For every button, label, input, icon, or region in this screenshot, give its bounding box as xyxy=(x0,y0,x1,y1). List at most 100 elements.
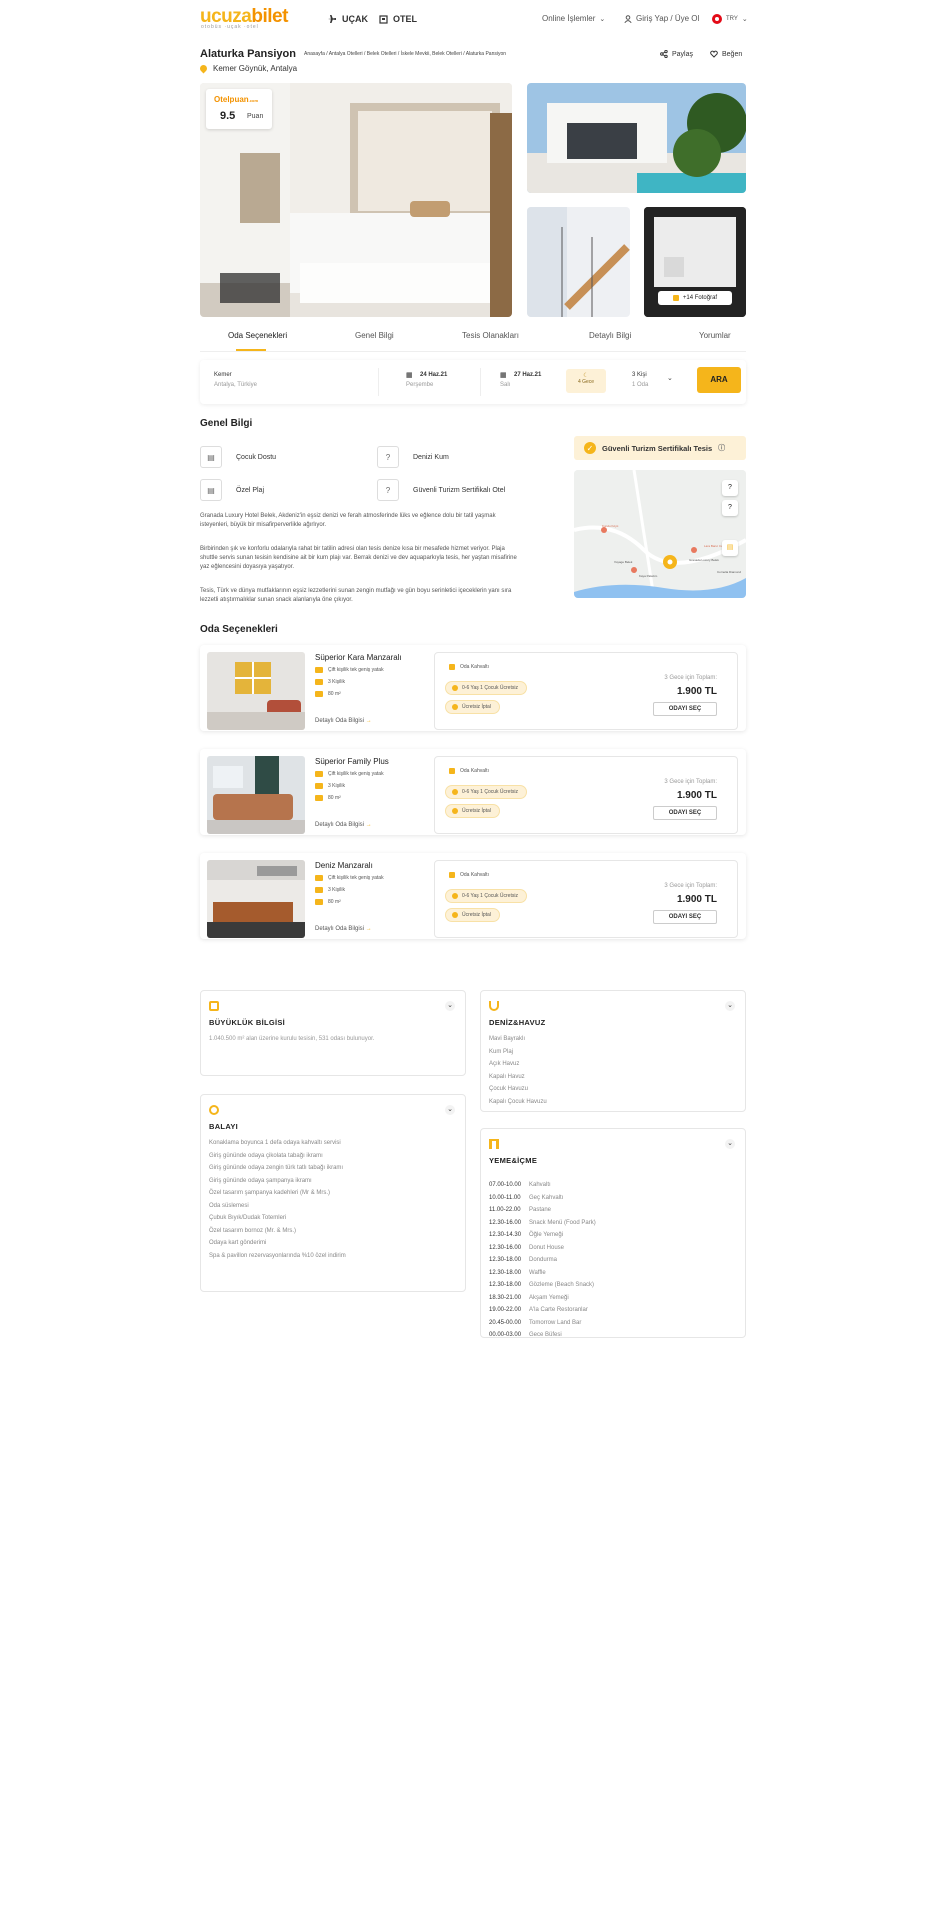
hotel-map[interactable]: Kundu Köyü Voyage Belek Lara Barut Colle… xyxy=(574,470,746,598)
photo-icon xyxy=(672,295,679,301)
schedule-time: 20.45-00.00 xyxy=(489,1319,522,1326)
select-room-button[interactable]: ODAYI SEÇ xyxy=(653,702,717,716)
like-button[interactable]: Beğen xyxy=(710,50,742,58)
tab-reviews[interactable]: Yorumlar xyxy=(699,331,731,340)
destination-sub: Antalya, Türkiye xyxy=(214,382,257,388)
select-room-button[interactable]: ODAYI SEÇ xyxy=(653,806,717,820)
select-room-button[interactable]: ODAYI SEÇ xyxy=(653,910,717,924)
photo-villa-exterior[interactable] xyxy=(527,83,746,193)
schedule-row: 12.30-18.00 Dondurma xyxy=(489,1254,596,1267)
room-detail-link[interactable]: Detaylı Oda Bilgisi → xyxy=(315,926,372,932)
map-label: Kaya Palazzo xyxy=(639,574,658,578)
waves-icon xyxy=(489,1001,499,1011)
list-item: Giriş gününde odaya şampanya ikramı xyxy=(209,1177,312,1184)
info-icon[interactable]: ⓘ xyxy=(718,443,725,453)
total-label: 3 Gece için Toplam: xyxy=(664,779,717,785)
room-detail-link[interactable]: Detaylı Oda Bilgisi → xyxy=(315,822,372,828)
chevron-down-icon[interactable]: ⌄ xyxy=(445,1105,455,1115)
photo-dark-room[interactable]: +14 Fotoğraf xyxy=(644,207,746,317)
room-image xyxy=(207,652,305,730)
destination-value[interactable]: Kemer xyxy=(214,372,232,378)
main-photo-bedroom[interactable]: Otelpuan.com 9.5 Puan xyxy=(200,83,512,317)
list-item: Kapalı Çocuk Havuzu xyxy=(489,1098,547,1105)
plane-icon xyxy=(328,15,336,23)
schedule-time: 12.30-18.00 xyxy=(489,1269,522,1276)
map-expand-icon[interactable]: ? xyxy=(722,480,738,496)
list-item: Odaya kart gönderimi xyxy=(209,1240,267,1246)
room-photo[interactable] xyxy=(207,756,305,834)
room-card: Süperior Kara Manzaralı Çift kişilik tek… xyxy=(200,645,746,731)
room-photo[interactable] xyxy=(207,860,305,938)
chevron-down-icon: ⌄ xyxy=(741,16,748,23)
login-link[interactable]: Giriş Yap / Üye Ol xyxy=(624,14,699,23)
chevron-down-icon[interactable]: ⌄ xyxy=(725,1139,735,1149)
list-item: Çubuk Bıyık/Dudak Totemleri xyxy=(209,1215,287,1221)
schedule-row: 07.00-10.00 Kahvaltı xyxy=(489,1179,596,1192)
chevron-down-icon[interactable]: ⌄ xyxy=(725,1001,735,1011)
bed-label: Çift kişilik tek geniş yatak xyxy=(328,771,384,777)
room-price: 1.900 TL xyxy=(676,790,717,801)
map-image xyxy=(574,470,746,598)
currency-label: TRY xyxy=(726,16,738,22)
tab-bar: Oda Seçenekleri Genel Bilgi Tesis Olanak… xyxy=(200,326,746,352)
cancel-icon xyxy=(452,704,458,710)
board-label: Oda Kahvaltı xyxy=(460,664,489,670)
share-button[interactable]: Paylaş xyxy=(660,50,693,58)
board-label: Oda Kahvaltı xyxy=(460,768,489,774)
calendar-icon: ▦ xyxy=(500,372,507,379)
nav-hotel[interactable]: OTEL xyxy=(379,14,417,24)
nav-plane[interactable]: UÇAK xyxy=(327,14,368,24)
online-menu[interactable]: Online İşlemler ⌄ xyxy=(542,14,605,23)
sea-pool-card: ⌄ DENİZ&HAVUZ Mavi Bayraklı Kum Plaj Açı… xyxy=(480,990,746,1112)
feature-kid-friendly: ▤ Çocuk Dostu xyxy=(200,446,276,468)
tab-room-options[interactable]: Oda Seçenekleri xyxy=(228,331,287,340)
guests-value[interactable]: 3 Kişi xyxy=(632,372,647,378)
size-label: 80 m² xyxy=(328,691,341,697)
feature-label: Güvenli Turizm Sertifikalı Otel xyxy=(413,486,506,494)
total-label: 3 Gece için Toplam: xyxy=(664,883,717,889)
more-photos-label: +14 Fotoğraf xyxy=(682,295,718,301)
tab-detailed-info[interactable]: Detaylı Bilgi xyxy=(589,331,631,340)
schedule-name: Snack Menü (Food Park) xyxy=(529,1219,596,1226)
score-badge: Otelpuan.com 9.5 Puan xyxy=(206,89,272,129)
room-size: 80 m² xyxy=(315,691,341,697)
tab-general-info[interactable]: Genel Bilgi xyxy=(355,331,394,340)
bed-icon xyxy=(315,667,323,673)
checkout-date[interactable]: 27 Haz.21 xyxy=(514,372,541,378)
room-photo[interactable] xyxy=(207,652,305,730)
nights-count: 4 Gece xyxy=(577,379,595,385)
photo-staircase[interactable] xyxy=(527,207,630,317)
room-offer: Oda Kahvaltı 0-6 Yaş 1 Çocuk Ücretsiz Üc… xyxy=(434,860,738,938)
search-button[interactable]: ARA xyxy=(697,367,741,393)
user-icon xyxy=(624,14,632,23)
map-label: Granada Luxury Belek xyxy=(689,558,719,562)
share-icon xyxy=(660,50,668,58)
map-hotel-icon[interactable]: ▤ xyxy=(722,540,738,556)
chevron-down-icon[interactable]: ⌄ xyxy=(667,374,673,382)
nav-plane-label: UÇAK xyxy=(342,14,368,24)
tab-facilities[interactable]: Tesis Olanakları xyxy=(462,331,519,340)
checkin-date[interactable]: 24 Haz.21 xyxy=(420,372,447,378)
chevron-down-icon: ⌄ xyxy=(599,15,606,23)
certificate-icon: ? xyxy=(377,479,399,501)
schedule-name: Dondurma xyxy=(529,1257,558,1263)
breadcrumb[interactable]: Anasayfa / Antalya Otelleri / Belek Otel… xyxy=(304,51,506,57)
child-icon xyxy=(452,789,458,795)
currency-selector[interactable]: TRY ⌄ xyxy=(712,14,748,24)
schedule-name: Gözleme (Beach Snack) xyxy=(529,1282,595,1288)
schedule-time: 12.30-18.00 xyxy=(489,1282,522,1288)
schedule-name: Tomorrow Land Bar xyxy=(529,1319,582,1326)
map-layers-icon[interactable]: ? xyxy=(722,500,738,516)
share-label: Paylaş xyxy=(672,50,694,58)
schedule-row: 20.45-00.00 Tomorrow Land Bar xyxy=(489,1317,596,1330)
schedule-time: 00.00-03.00 xyxy=(489,1332,522,1338)
chevron-down-icon[interactable]: ⌄ xyxy=(445,1001,455,1011)
room-detail-link[interactable]: Detaylı Oda Bilgisi → xyxy=(315,718,372,724)
detail-label: Detaylı Oda Bilgisi xyxy=(315,926,365,932)
safe-tourism-certificate: ✓ Güvenli Turizm Sertifikalı Tesis ⓘ xyxy=(574,436,746,460)
logo-tagline: otobüs ·uçak ·otel xyxy=(201,24,259,30)
arrow-right-icon: → xyxy=(365,718,372,724)
more-photos-button[interactable]: +14 Fotoğraf xyxy=(658,291,732,305)
schedule-name: Waffle xyxy=(529,1269,546,1276)
fork-knife-icon xyxy=(449,872,455,878)
